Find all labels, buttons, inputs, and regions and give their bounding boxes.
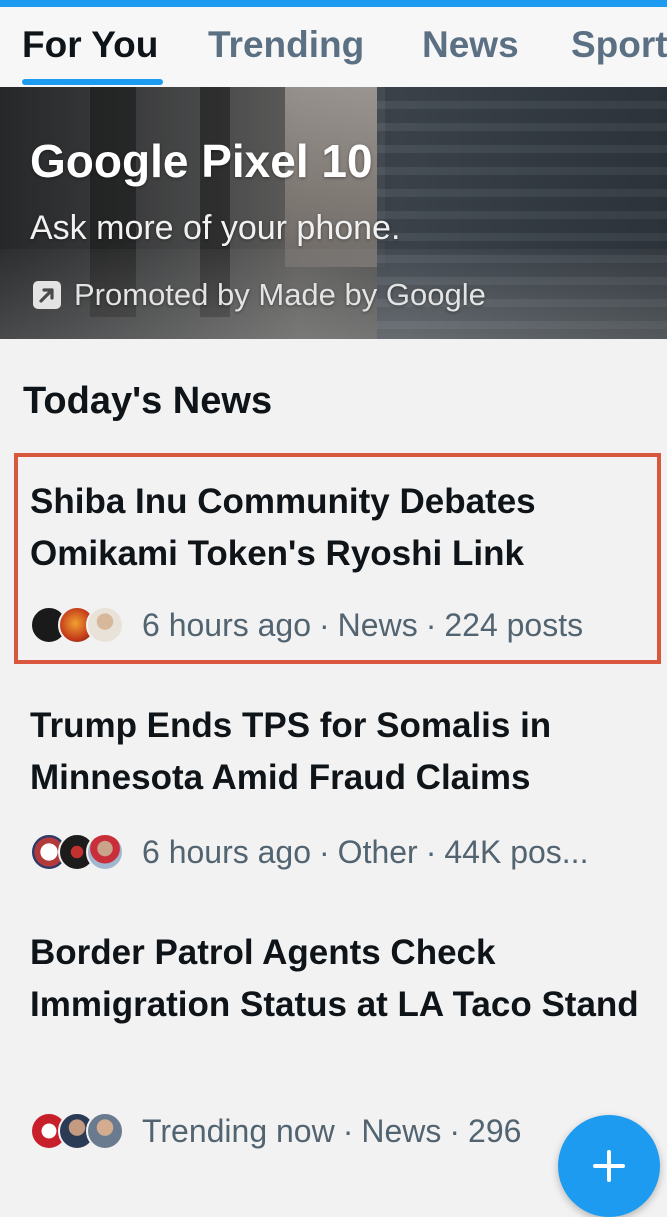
avatar-stack (30, 833, 124, 871)
news-time: 6 hours ago (142, 606, 312, 643)
tab-trending[interactable]: Trending (208, 24, 364, 66)
separator-dot: · (319, 606, 330, 643)
promo-title: Google Pixel 10 (30, 135, 373, 187)
news-category: News (337, 606, 418, 643)
news-post-count: 44K pos... (444, 833, 589, 870)
tab-news[interactable]: News (422, 24, 519, 66)
tab-sport[interactable]: Sport (571, 24, 667, 66)
promoted-arrow-icon (30, 278, 64, 312)
separator-dot: · (425, 606, 437, 643)
separator-dot: · (449, 1112, 461, 1149)
news-post-count: 224 posts (444, 606, 584, 643)
section-title: Today's News (23, 380, 273, 422)
promoted-by-text: Promoted by Made by Google (74, 277, 486, 312)
tab-for-you[interactable]: For You (22, 24, 158, 66)
news-headline: Border Patrol Agents Check Immigration S… (30, 933, 639, 1024)
news-item[interactable]: Border Patrol Agents Check Immigration S… (0, 925, 667, 1165)
avatar-stack (30, 1112, 124, 1150)
news-time: Trending now (142, 1112, 335, 1149)
separator-dot: · (342, 1112, 354, 1149)
avatar (86, 833, 124, 871)
news-post-count: 296 (468, 1112, 522, 1149)
news-meta: 6 hours ago · Other · 44K pos... (30, 830, 655, 874)
tab-bar: For You Trending News Sport (0, 7, 667, 87)
separator-dot: · (319, 833, 330, 870)
plus-icon (593, 1150, 625, 1182)
news-headline: Trump Ends TPS for Somalis in Minnesota … (30, 706, 552, 797)
news-category: News (361, 1112, 442, 1149)
avatar (86, 606, 124, 644)
avatar (86, 1112, 124, 1150)
promoted-by-line: Promoted by Made by Google (30, 277, 486, 313)
news-headline: Shiba Inu Community Debates Omikami Toke… (30, 482, 536, 573)
promo-subtitle: Ask more of your phone. (30, 209, 401, 247)
news-time: 6 hours ago (142, 833, 312, 870)
top-accent-line (0, 0, 667, 7)
compose-button[interactable] (558, 1115, 660, 1217)
separator-dot: · (425, 833, 437, 870)
avatar-stack (30, 606, 124, 644)
news-meta: 6 hours ago · News · 224 posts (30, 603, 655, 647)
promoted-trend-banner[interactable]: Google Pixel 10 Ask more of your phone. … (0, 87, 667, 339)
news-category: Other (337, 833, 418, 870)
active-tab-indicator (22, 79, 163, 85)
news-item[interactable]: Shiba Inu Community Debates Omikami Toke… (0, 470, 667, 660)
news-item[interactable]: Trump Ends TPS for Somalis in Minnesota … (0, 700, 667, 890)
